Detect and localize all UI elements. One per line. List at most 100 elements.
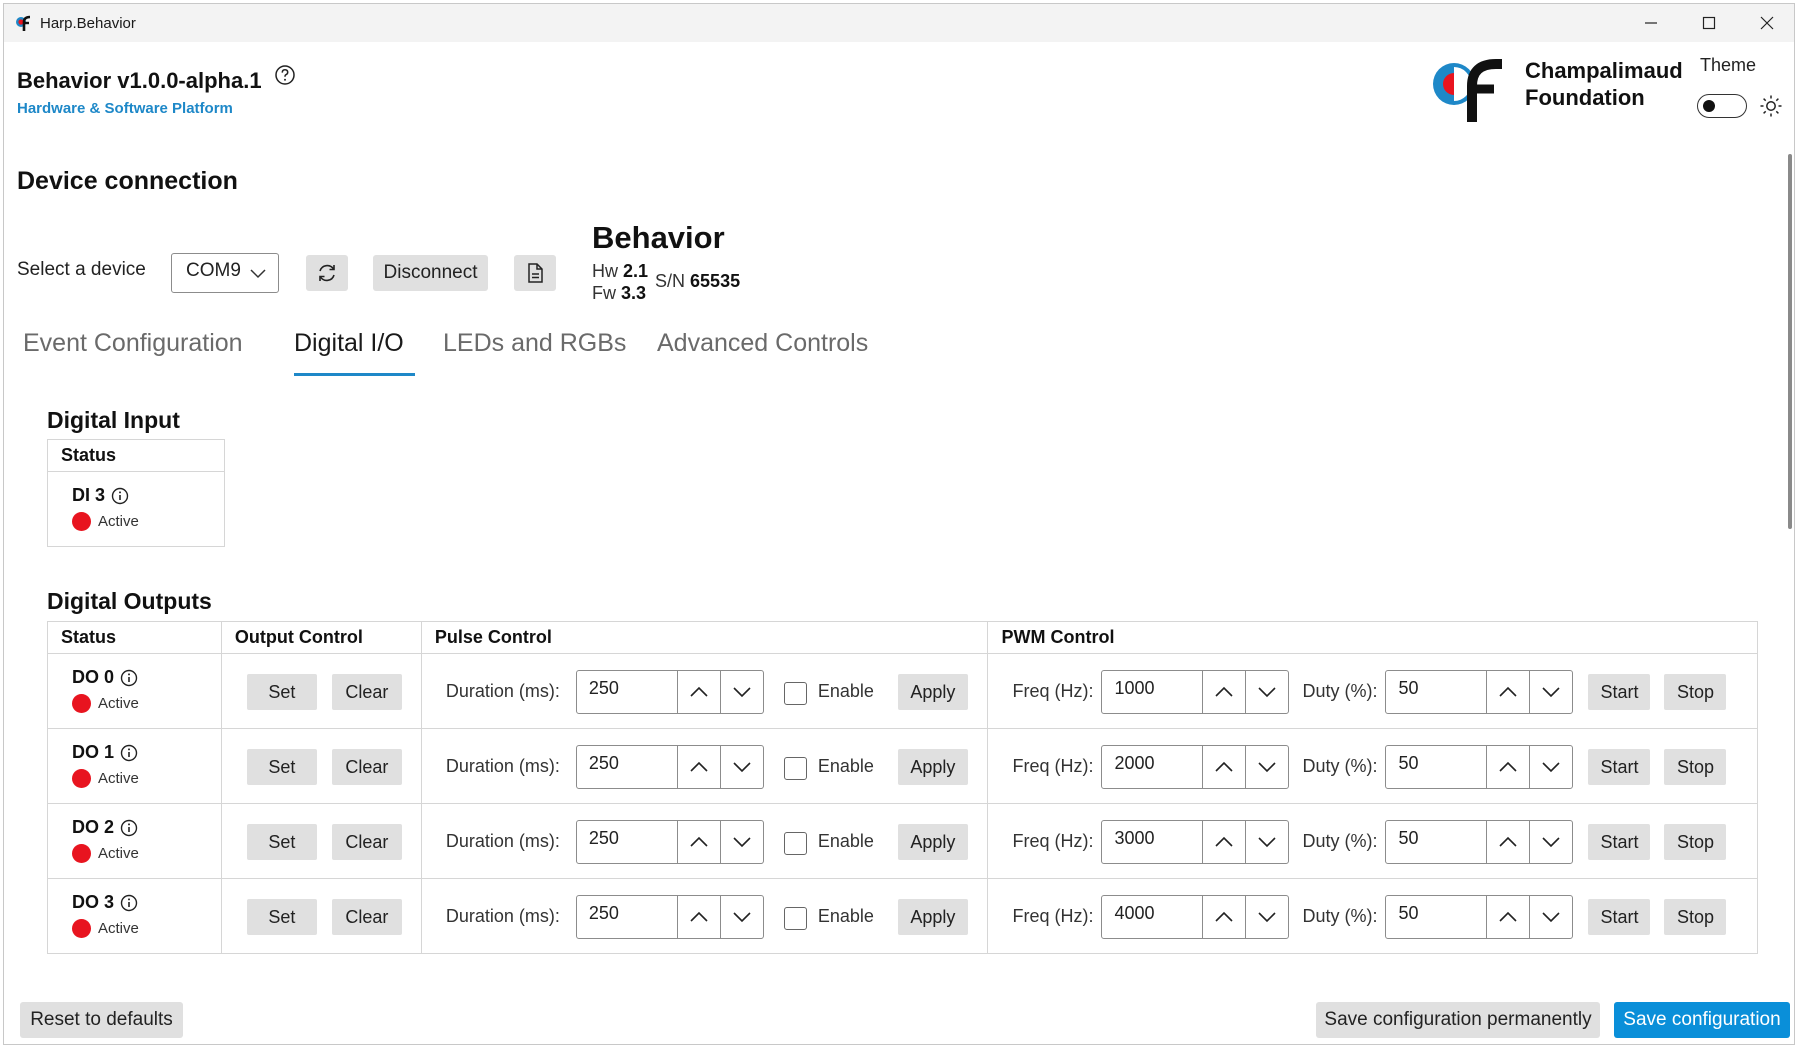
freq-decrement[interactable] <box>1245 746 1288 788</box>
duration-decrement[interactable] <box>719 896 763 938</box>
set-button[interactable]: Set <box>246 674 317 710</box>
reset-to-defaults-button[interactable]: Reset to defaults <box>20 1002 183 1038</box>
duration-decrement[interactable] <box>719 746 763 788</box>
freq-decrement[interactable] <box>1245 821 1288 863</box>
do-status-text: Active <box>98 920 139 937</box>
pwm-start-button[interactable]: Start <box>1588 824 1651 860</box>
pwm-stop-button[interactable]: Stop <box>1664 749 1727 785</box>
duty-stepper[interactable]: 50 <box>1385 820 1574 864</box>
info-icon[interactable] <box>120 819 138 837</box>
duty-increment[interactable] <box>1486 671 1529 713</box>
freq-decrement[interactable] <box>1245 671 1288 713</box>
duration-increment[interactable] <box>676 896 720 938</box>
clear-button[interactable]: Clear <box>331 899 402 935</box>
tab-advanced-controls[interactable]: Advanced Controls <box>657 329 868 358</box>
do-channel-name: DO 3 <box>72 892 138 913</box>
chevron-down-icon <box>1258 912 1277 923</box>
duration-stepper[interactable]: 250 <box>575 670 764 714</box>
duty-increment[interactable] <box>1486 821 1529 863</box>
info-icon[interactable] <box>120 744 138 762</box>
clear-button[interactable]: Clear <box>331 824 402 860</box>
pulse-control-cell: Duration (ms): 250 Enable Apply <box>420 653 989 729</box>
chevron-up-icon <box>1499 836 1518 847</box>
select-device-label: Select a device <box>17 259 146 280</box>
info-icon[interactable] <box>120 894 138 912</box>
freq-stepper[interactable]: 3000 <box>1101 820 1290 864</box>
set-button[interactable]: Set <box>246 824 317 860</box>
duration-increment[interactable] <box>676 746 720 788</box>
tab-digital-io[interactable]: Digital I/O <box>294 329 404 358</box>
duty-decrement[interactable] <box>1529 746 1572 788</box>
save-configuration-button[interactable]: Save configuration <box>1614 1002 1790 1038</box>
refresh-button[interactable] <box>306 255 348 291</box>
info-icon[interactable] <box>120 669 138 687</box>
pulse-enable-checkbox[interactable] <box>783 757 807 780</box>
duration-increment[interactable] <box>676 671 720 713</box>
save-configuration-permanently-button[interactable]: Save configuration permanently <box>1316 1002 1600 1038</box>
duty-decrement[interactable] <box>1529 896 1572 938</box>
info-icon[interactable] <box>111 487 129 505</box>
pwm-control-cell: Freq (Hz): 2000 Duty (%): 50 Start Stop <box>987 728 1758 804</box>
minimize-button[interactable] <box>1622 4 1680 42</box>
duty-decrement[interactable] <box>1529 821 1572 863</box>
freq-stepper[interactable]: 2000 <box>1101 745 1290 789</box>
set-button[interactable]: Set <box>246 749 317 785</box>
freq-stepper[interactable]: 4000 <box>1101 895 1290 939</box>
pulse-control-cell: Duration (ms): 250 Enable Apply <box>420 728 989 804</box>
apply-button[interactable]: Apply <box>897 899 968 935</box>
freq-increment[interactable] <box>1202 821 1245 863</box>
pulse-enable-checkbox[interactable] <box>783 682 807 705</box>
apply-button[interactable]: Apply <box>897 674 968 710</box>
freq-stepper[interactable]: 1000 <box>1101 670 1290 714</box>
duration-stepper[interactable]: 250 <box>575 895 764 939</box>
apply-button[interactable]: Apply <box>897 824 968 860</box>
duration-stepper[interactable]: 250 <box>575 820 764 864</box>
duty-decrement[interactable] <box>1529 671 1572 713</box>
theme-toggle[interactable] <box>1697 94 1747 118</box>
duration-stepper[interactable]: 250 <box>575 745 764 789</box>
duty-stepper[interactable]: 50 <box>1385 670 1574 714</box>
disconnect-button[interactable]: Disconnect <box>373 255 488 291</box>
duty-increment[interactable] <box>1486 896 1529 938</box>
device-select[interactable]: COM9 <box>171 253 279 293</box>
help-icon[interactable] <box>274 64 296 86</box>
duration-decrement[interactable] <box>719 671 763 713</box>
chevron-down-icon <box>733 912 751 923</box>
maximize-button[interactable] <box>1680 4 1738 42</box>
clear-button[interactable]: Clear <box>331 674 402 710</box>
freq-decrement[interactable] <box>1245 896 1288 938</box>
duration-decrement[interactable] <box>719 821 763 863</box>
pulse-control-cell: Duration (ms): 250 Enable Apply <box>420 878 989 954</box>
duty-stepper[interactable]: 50 <box>1385 895 1574 939</box>
pwm-stop-button[interactable]: Stop <box>1664 674 1727 710</box>
vertical-scrollbar[interactable] <box>1788 154 1792 529</box>
pwm-start-button[interactable]: Start <box>1588 749 1651 785</box>
close-button[interactable] <box>1738 4 1794 42</box>
chevron-down-icon <box>1542 912 1561 923</box>
status-led <box>72 769 91 788</box>
di-status-header: Status <box>47 439 225 472</box>
duty-stepper[interactable]: 50 <box>1385 745 1574 789</box>
pwm-stop-button[interactable]: Stop <box>1664 824 1727 860</box>
duty-increment[interactable] <box>1486 746 1529 788</box>
set-button[interactable]: Set <box>246 899 317 935</box>
duration-increment[interactable] <box>676 821 720 863</box>
pwm-start-button[interactable]: Start <box>1588 674 1651 710</box>
pwm-stop-button[interactable]: Stop <box>1664 899 1727 935</box>
tab-leds-and-rgbs[interactable]: LEDs and RGBs <box>443 329 626 358</box>
pulse-enable-checkbox[interactable] <box>783 832 807 855</box>
do-row: DO 1 Active Set Clear Duration (ms): 250 Enabl… <box>47 728 1758 804</box>
duration-value: 250 <box>588 828 619 848</box>
pwm-start-button[interactable]: Start <box>1588 899 1651 935</box>
pulse-enable-checkbox[interactable] <box>783 907 807 930</box>
apply-button[interactable]: Apply <box>897 749 968 785</box>
document-button[interactable] <box>514 255 556 291</box>
freq-increment[interactable] <box>1202 896 1245 938</box>
freq-increment[interactable] <box>1202 671 1245 713</box>
freq-increment[interactable] <box>1202 746 1245 788</box>
close-icon <box>1760 16 1774 30</box>
clear-button[interactable]: Clear <box>331 749 402 785</box>
sun-icon <box>1760 95 1782 117</box>
app-logo-icon <box>16 15 31 31</box>
tab-event-configuration[interactable]: Event Configuration <box>23 329 243 358</box>
